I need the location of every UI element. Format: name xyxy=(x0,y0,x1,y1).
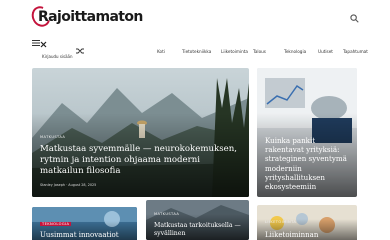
bottom-category-1[interactable]: TEKNOLOGIA xyxy=(40,222,72,226)
bottom-category-3[interactable]: LIIKETOIMINTA xyxy=(265,220,296,224)
nav-link-events[interactable]: Tapahtumat xyxy=(343,49,368,54)
nav-link-finance[interactable]: Talous xyxy=(253,49,266,54)
bottom-article-card-1[interactable]: TEKNOLOGIA Uusimmat innovaatiot xyxy=(32,207,137,240)
hamburger-icon[interactable] xyxy=(32,40,40,46)
featured-title[interactable]: Matkustaa syvemmälle — neurokokemuksen, … xyxy=(40,144,240,177)
nav-link-it[interactable]: Tietotekniikka xyxy=(182,49,211,54)
bottom-category-2[interactable]: MATKUSTAA xyxy=(154,212,179,216)
bottom-article-card-2[interactable]: MATKUSTAA Matkustaa tarkoituksella — syv… xyxy=(146,200,249,240)
main-nav: Kirjaudu sisään Koti Tietotekniikka Liik… xyxy=(0,38,390,66)
featured-article-card[interactable]: MATKUSTAA Matkustaa syvemmälle — neuroko… xyxy=(32,68,249,197)
login-link[interactable]: Kirjaudu sisään xyxy=(42,54,73,59)
logo-text: Rajoittamaton xyxy=(38,9,143,25)
side-article-title[interactable]: Kuinka pankit rakentavat yrityksiä: stra… xyxy=(265,136,353,191)
site-header: Rajoittamaton xyxy=(0,0,390,34)
nav-link-home[interactable]: Koti xyxy=(157,49,165,54)
bottom-article-card-3[interactable]: LIIKETOIMINTA Liiketoiminnan xyxy=(257,205,357,240)
bottom-title-3[interactable]: Liiketoiminnan xyxy=(265,231,318,239)
shuffle-icon[interactable] xyxy=(76,48,84,54)
featured-meta: Stanley Joseph · August 28, 2025 xyxy=(40,183,97,187)
close-icon[interactable] xyxy=(40,41,47,48)
featured-category[interactable]: MATKUSTAA xyxy=(40,135,65,139)
site-logo[interactable]: Rajoittamaton xyxy=(28,3,143,30)
image-overlay xyxy=(32,68,249,197)
search-icon[interactable] xyxy=(350,14,359,23)
bottom-title-2[interactable]: Matkustaa tarkoituksella — syvällinen xyxy=(154,222,249,238)
nav-link-technology[interactable]: Teknologia xyxy=(284,49,306,54)
side-article-card[interactable]: Kuinka pankit rakentavat yrityksiä: stra… xyxy=(257,68,357,197)
bottom-title-1[interactable]: Uusimmat innovaatiot xyxy=(40,231,119,239)
nav-link-news[interactable]: Uutiset xyxy=(318,49,333,54)
nav-link-business[interactable]: Liiketoiminta xyxy=(221,49,248,54)
